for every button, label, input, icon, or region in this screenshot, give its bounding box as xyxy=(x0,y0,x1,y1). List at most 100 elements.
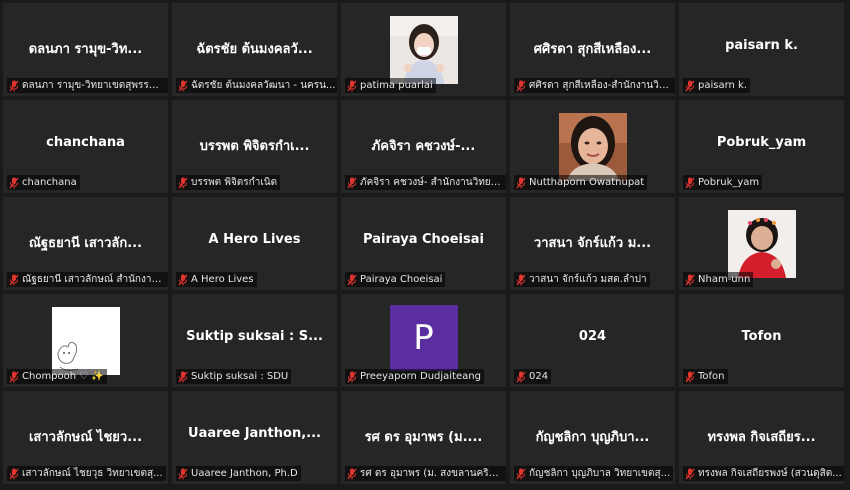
mic-muted-icon xyxy=(516,177,526,188)
participant-name-text: Chompooh xyxy=(22,371,77,382)
participant-video xyxy=(558,113,627,181)
mic-muted-icon xyxy=(347,468,357,479)
participant-name-label: Uaaree Janthon, Ph.D xyxy=(176,466,301,481)
participant-name-text: Nutthaporn Owatnupat xyxy=(529,177,645,188)
participant-tile[interactable]: ภัคจิรา คชวงษ์-... ภัคจิรา คชวงษ์- สำนักง… xyxy=(341,100,506,193)
participant-name-label: Chompooh ♡ ✨ xyxy=(7,369,107,384)
participant-name-text: patima puarlai xyxy=(360,80,433,91)
mic-muted-icon xyxy=(685,177,695,188)
participant-name-label: Tofon xyxy=(683,369,728,384)
participant-display-name: รศ ดร อุมาพร (ม.... xyxy=(364,430,483,445)
participant-display-name: Pairaya Choeisai xyxy=(363,232,484,247)
mic-muted-icon xyxy=(516,371,526,382)
participant-name-label: ดลนภา รามุข-วิทยาเขตสุพรรณ... xyxy=(7,78,168,93)
participant-name-text: ภัคจิรา คชวงษ์- สำนักงานวิทยาเขต... xyxy=(360,177,505,188)
participant-tile[interactable]: บรรพต พิจิตรกำเ... บรรพต พิจิตรกำเนิด xyxy=(172,100,337,193)
participant-name-text: Nham-unn xyxy=(698,274,751,285)
participant-tile[interactable]: 024 024 xyxy=(510,294,675,387)
mic-muted-icon xyxy=(685,371,695,382)
mic-muted-icon xyxy=(9,274,19,285)
participant-display-name: Pobruk_yam xyxy=(716,135,807,150)
participant-name-text: รศ ดร อุมาพร (ม. สงขลานครินทร์... xyxy=(360,468,505,479)
participant-name-label: ภัคจิรา คชวงษ์- สำนักงานวิทยาเขต... xyxy=(345,175,506,190)
participant-name-text: Pobruk_yam xyxy=(698,177,760,188)
participant-display-name: ศศิรดา สุกสีเหลือง... xyxy=(533,42,652,57)
participant-name-text: Tofon xyxy=(698,371,725,382)
participant-name-text: Uaaree Janthon, Ph.D xyxy=(191,468,298,479)
participant-tile[interactable]: paisarn k. paisarn k. xyxy=(679,3,844,96)
mic-muted-icon xyxy=(9,468,19,479)
participant-name-label: Nham-unn xyxy=(683,272,754,287)
participant-name-label: เสาวลักษณ์ ไชยวุธ วิทยาเขตสุ... xyxy=(7,466,166,481)
participant-display-name: บรรพต พิจิตรกำเ... xyxy=(199,139,310,154)
participant-display-name: เสาวลักษณ์ ไชยว... xyxy=(28,430,143,445)
participant-tile[interactable]: chanchana chanchana xyxy=(3,100,168,193)
participant-display-name: ณัฐธยานี เสาวลัก... xyxy=(28,236,143,251)
participant-name-text: กัญชลิกา บุญภิบาล วิทยาเขตสุ... xyxy=(529,468,671,479)
participant-avatar: P xyxy=(389,305,458,371)
participant-name-label: ฉัตรชัย ต้นมงคลวัฒนา - นครน... xyxy=(176,78,337,93)
participant-display-name: 024 xyxy=(578,329,607,344)
mic-muted-icon xyxy=(9,177,19,188)
participant-name-text: เสาวลักษณ์ ไชยวุธ วิทยาเขตสุ... xyxy=(22,468,163,479)
participant-name-text: Pairaya Choeisai xyxy=(360,274,443,285)
mic-muted-icon xyxy=(178,177,188,188)
participant-display-name: chanchana xyxy=(46,135,125,150)
participant-tile[interactable]: Suktip suksai : S... Suktip suksai : SDU xyxy=(172,294,337,387)
mic-muted-icon xyxy=(347,177,357,188)
participant-tile[interactable]: Nham-unn xyxy=(679,197,844,290)
participant-display-name: วาสนา จักร์แก้ว ม... xyxy=(533,236,652,251)
mic-muted-icon xyxy=(9,80,19,91)
participant-tile[interactable]: P Preeyaporn Dudjaiteang xyxy=(341,294,506,387)
participant-display-name: Uaaree Janthon,... xyxy=(188,426,321,441)
participant-video xyxy=(51,307,120,375)
participant-tile[interactable]: วาสนา จักร์แก้ว ม... วาสนา จักร์แก้ว มสด.… xyxy=(510,197,675,290)
participant-tile[interactable]: Uaaree Janthon,... Uaaree Janthon, Ph.D xyxy=(172,391,337,484)
participant-tile[interactable]: patima puarlai xyxy=(341,3,506,96)
mic-muted-icon xyxy=(685,274,695,285)
participant-tile[interactable]: กัญชลิกา บุญภิบา... กัญชลิกา บุญภิบาล วิท… xyxy=(510,391,675,484)
participant-display-name: กัญชลิกา บุญภิบา... xyxy=(535,430,650,445)
participant-name-text: Suktip suksai : SDU xyxy=(191,371,289,382)
participant-name-label: paisarn k. xyxy=(683,78,751,93)
participant-name-label: patima puarlai xyxy=(345,78,436,93)
participant-name-label: บรรพต พิจิตรกำเนิด xyxy=(176,175,281,190)
participant-name-label: Pobruk_yam xyxy=(683,175,763,190)
participant-name-label: กัญชลิกา บุญภิบาล วิทยาเขตสุ... xyxy=(514,466,674,481)
participant-name-label: A Hero Lives xyxy=(176,272,257,287)
participant-name-label: Suktip suksai : SDU xyxy=(176,369,292,384)
participant-tile[interactable]: Pobruk_yam Pobruk_yam xyxy=(679,100,844,193)
mic-muted-icon xyxy=(685,80,695,91)
participant-tile[interactable]: A Hero Lives A Hero Lives xyxy=(172,197,337,290)
participant-tile[interactable]: เสาวลักษณ์ ไชยว... เสาวลักษณ์ ไชยวุธ วิทย… xyxy=(3,391,168,484)
participant-name-label: Nutthaporn Owatnupat xyxy=(514,175,648,190)
participant-tile[interactable]: ดลนภา รามุข-วิท... ดลนภา รามุข-วิทยาเขตสุ… xyxy=(3,3,168,96)
participant-tile[interactable]: Chompooh ♡ ✨ xyxy=(3,294,168,387)
mic-muted-icon xyxy=(347,371,357,382)
participant-display-name: ดลนภา รามุข-วิท... xyxy=(28,42,143,57)
participant-name-text: 024 xyxy=(529,371,549,382)
participant-name-label: Pairaya Choeisai xyxy=(345,272,446,287)
participant-tile[interactable]: Tofon Tofon xyxy=(679,294,844,387)
participant-name-label: 024 xyxy=(514,369,552,384)
participant-tile[interactable]: ณัฐธยานี เสาวลัก... ณัฐธยานี เสาวลักษณ์ ส… xyxy=(3,197,168,290)
participant-display-name: ภัคจิรา คชวงษ์-... xyxy=(371,139,476,154)
participant-tile[interactable]: ฉัตรชัย ต้นมงคลวั... ฉัตรชัย ต้นมงคลวัฒนา… xyxy=(172,3,337,96)
participant-name-text: วาสนา จักร์แก้ว มสด.ลำปา xyxy=(529,274,647,285)
participant-tile[interactable]: Nutthaporn Owatnupat xyxy=(510,100,675,193)
participant-name-label: วาสนา จักร์แก้ว มสด.ลำปา xyxy=(514,272,650,287)
participant-video xyxy=(727,210,796,278)
participant-name-text: paisarn k. xyxy=(698,80,748,91)
participant-name-label: รศ ดร อุมาพร (ม. สงขลานครินทร์... xyxy=(345,466,506,481)
participant-name-label: chanchana xyxy=(7,175,80,190)
mic-muted-icon xyxy=(347,274,357,285)
participant-tile[interactable]: รศ ดร อุมาพร (ม.... รศ ดร อุมาพร (ม. สงขล… xyxy=(341,391,506,484)
participant-tile[interactable]: ศศิรดา สุกสีเหลือง... ศศิรดา สุกสีเหลือง-… xyxy=(510,3,675,96)
participant-tile[interactable]: Pairaya Choeisai Pairaya Choeisai xyxy=(341,197,506,290)
participant-tile[interactable]: ทรงพล กิจเสถียร... ทรงพล กิจเสถียรพงษ์ (ส… xyxy=(679,391,844,484)
participant-name-text: Preeyaporn Dudjaiteang xyxy=(360,371,481,382)
participant-name-text: ทรงพล กิจเสถียรพงษ์ (สวนดุสิต... xyxy=(698,468,842,479)
participant-name-label: ณัฐธยานี เสาวลักษณ์ สำนักงาน... xyxy=(7,272,168,287)
participant-gallery: ดลนภา รามุข-วิท... ดลนภา รามุข-วิทยาเขตสุ… xyxy=(3,3,847,487)
participant-name-text: ศศิรดา สุกสีเหลือง-สำนักงานวิท... xyxy=(529,80,674,91)
